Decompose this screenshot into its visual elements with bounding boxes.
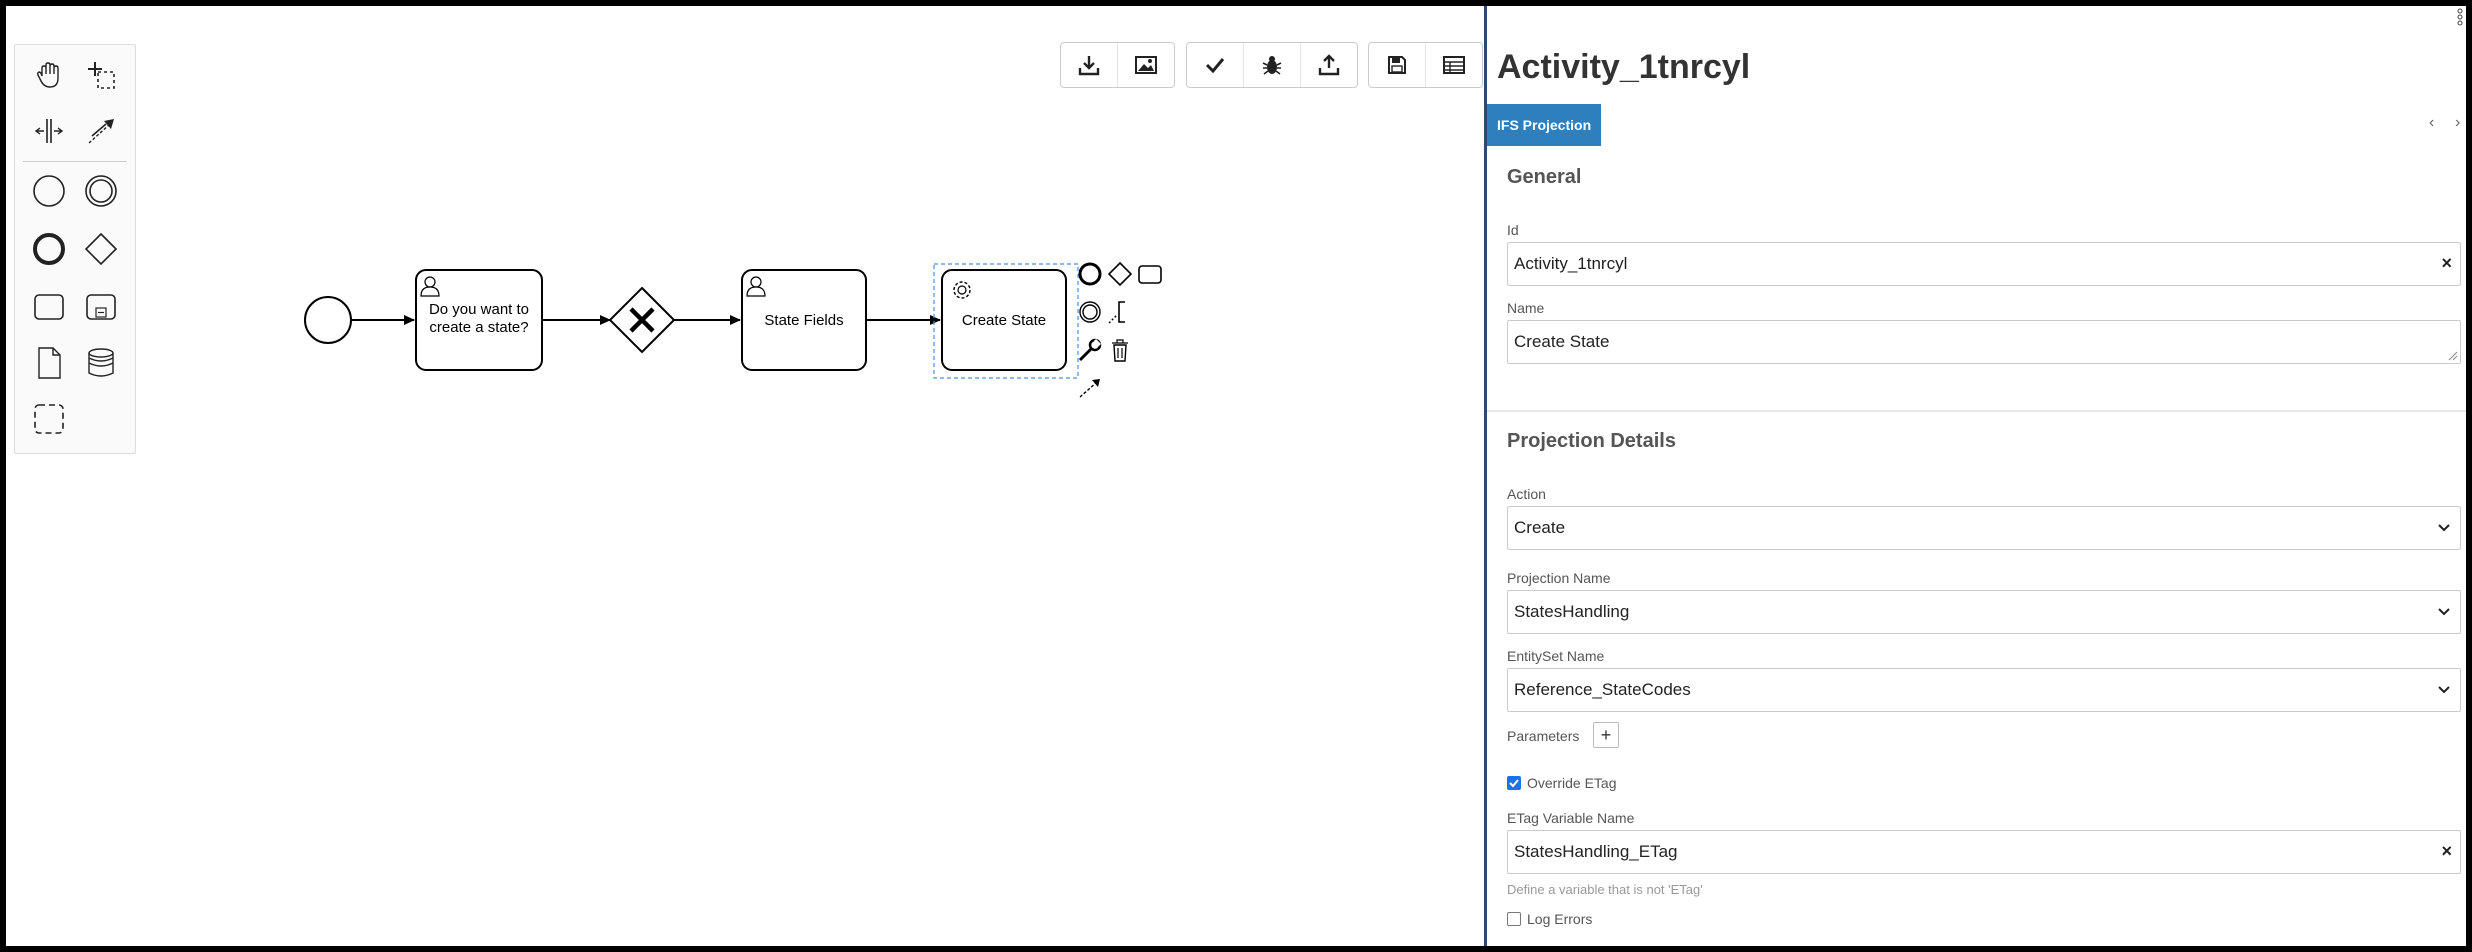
panel-title: Activity_1tnrcyl <box>1497 48 1751 86</box>
append-end-event-icon[interactable] <box>1076 260 1104 288</box>
log-errors-label: Log Errors <box>1527 911 1593 927</box>
entityset-name-value: Reference_StateCodes <box>1514 680 1691 699</box>
projection-name-label: Projection Name <box>1507 570 1611 586</box>
exclusive-gateway[interactable] <box>608 286 676 354</box>
text-annotation-icon[interactable] <box>1106 298 1134 326</box>
toolbar-group-validate <box>1186 42 1358 88</box>
data-object-tool-icon[interactable] <box>27 341 71 385</box>
toolbar-group-export <box>1060 42 1175 88</box>
add-parameter-button[interactable]: + <box>1593 722 1619 748</box>
trash-icon[interactable] <box>1106 336 1134 364</box>
service-task-gear-icon <box>953 281 971 299</box>
wrench-icon[interactable] <box>1076 336 1104 364</box>
group-title-projection-details: Projection Details <box>1507 430 1676 452</box>
intermediate-event-tool-icon[interactable] <box>79 169 123 213</box>
group-title-general: General <box>1507 166 1582 188</box>
tool-palette <box>14 44 136 454</box>
action-select[interactable]: Create <box>1507 506 2461 550</box>
entityset-name-label: EntitySet Name <box>1507 648 1605 664</box>
etag-variable-name-field[interactable]: × <box>1507 830 2461 874</box>
etag-variable-name-label: ETag Variable Name <box>1507 810 1635 826</box>
group-tool-icon[interactable] <box>27 397 71 441</box>
chevron-down-icon <box>2438 608 2450 616</box>
gateway-tool-icon[interactable] <box>79 227 123 271</box>
diagram-canvas[interactable]: Do you want to create a state? State Fie… <box>6 6 1484 946</box>
bpmn-diagram[interactable]: Do you want to create a state? State Fie… <box>6 6 1484 946</box>
group-divider <box>1487 410 2466 412</box>
clear-etag-icon[interactable]: × <box>2441 841 2452 862</box>
tab-ifs-projection[interactable]: IFS Projection <box>1487 104 1602 146</box>
context-pad <box>1076 260 1176 410</box>
action-value: Create <box>1514 518 1566 537</box>
properties-panel: Activity_1tnrcyl IFS Projection ‹ › Gene… <box>1484 6 2466 946</box>
bug-icon[interactable] <box>1243 43 1300 87</box>
upload-icon[interactable] <box>1300 43 1357 87</box>
end-event-tool-icon[interactable] <box>27 227 71 271</box>
space-tool-icon[interactable] <box>27 109 71 153</box>
name-label: Name <box>1507 300 1545 316</box>
resize-handle-icon[interactable] <box>2448 351 2458 361</box>
parameters-label: Parameters <box>1507 728 1580 744</box>
task-state-fields[interactable]: State Fields <box>741 269 867 371</box>
global-connect-tool-icon[interactable] <box>79 109 123 153</box>
lasso-tool-icon[interactable] <box>79 53 123 97</box>
app-window: Do you want to create a state? State Fie… <box>6 6 2466 946</box>
tab-next-icon[interactable]: › <box>2455 114 2460 132</box>
action-label: Action <box>1507 486 1546 502</box>
projection-name-select[interactable]: StatesHandling <box>1507 590 2461 634</box>
task-label-line1: Do you want to <box>429 301 529 318</box>
task-label: State Fields <box>764 312 843 329</box>
task-label: Create State <box>962 312 1046 329</box>
check-icon[interactable] <box>1187 43 1243 87</box>
id-label: Id <box>1507 222 1519 238</box>
chevron-down-icon <box>2438 686 2450 694</box>
entityset-name-select[interactable]: Reference_StateCodes <box>1507 668 2461 712</box>
image-icon[interactable] <box>1117 43 1174 87</box>
id-input[interactable] <box>1508 254 2414 274</box>
etag-hint: Define a variable that is not 'ETag' <box>1507 882 1703 897</box>
save-icon[interactable] <box>1369 43 1425 87</box>
start-event[interactable] <box>304 296 352 344</box>
name-textarea[interactable]: Create State <box>1508 326 2414 358</box>
task-create-state[interactable]: Create State <box>933 263 1079 379</box>
toolbar-group-save <box>1368 42 1483 88</box>
projection-name-value: StatesHandling <box>1514 602 1630 621</box>
append-task-icon[interactable] <box>1136 260 1164 288</box>
task-create-state-question[interactable]: Do you want to create a state? <box>415 269 543 371</box>
table-icon[interactable] <box>1425 43 1482 87</box>
override-etag-checkbox[interactable] <box>1507 776 1521 790</box>
data-store-tool-icon[interactable] <box>79 341 123 385</box>
override-etag-label: Override ETag <box>1527 775 1617 791</box>
connect-icon[interactable] <box>1076 374 1104 402</box>
etag-variable-name-input[interactable] <box>1508 842 2414 862</box>
clear-id-icon[interactable]: × <box>2441 253 2452 274</box>
task-label-line2: create a state? <box>429 319 528 336</box>
append-gateway-icon[interactable] <box>1106 260 1134 288</box>
checkmark-icon <box>1509 779 1519 788</box>
corner-handle-icon[interactable] <box>2454 6 2466 28</box>
download-icon[interactable] <box>1061 43 1117 87</box>
subprocess-tool-icon[interactable] <box>79 285 123 329</box>
chevron-down-icon <box>2438 524 2450 532</box>
append-intermediate-event-icon[interactable] <box>1076 298 1104 326</box>
name-field[interactable]: Create State <box>1507 320 2461 364</box>
log-errors-checkbox[interactable] <box>1507 912 1521 926</box>
task-tool-icon[interactable] <box>27 285 71 329</box>
id-field[interactable]: × <box>1507 242 2461 286</box>
start-event-tool-icon[interactable] <box>27 169 71 213</box>
hand-tool-icon[interactable] <box>27 53 71 97</box>
tab-prev-icon[interactable]: ‹ <box>2429 114 2434 132</box>
